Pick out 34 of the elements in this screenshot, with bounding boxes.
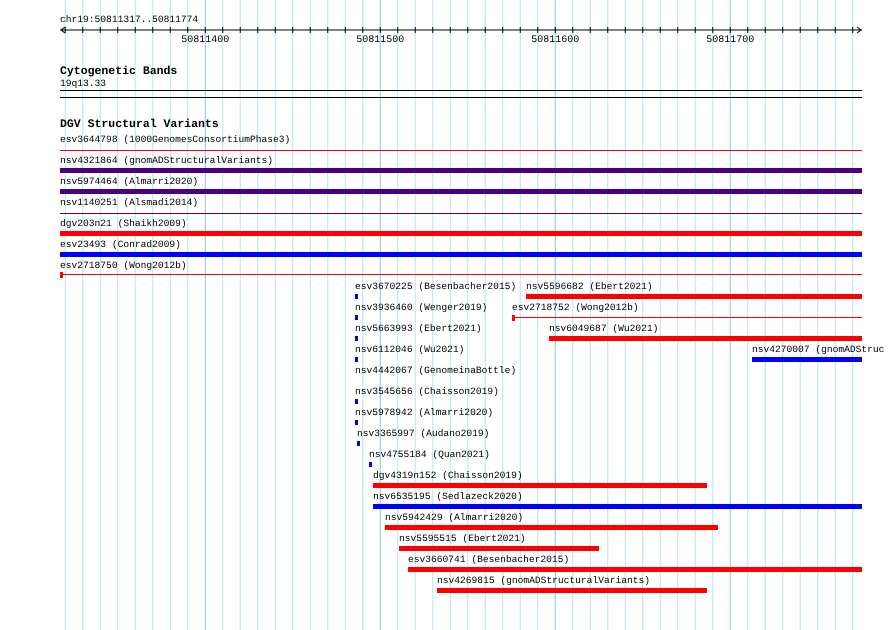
variant-label[interactable]: nsv5978942 (Almarri2020) xyxy=(355,407,494,419)
variant-label[interactable]: esv3670225 (Besenbacher2015) xyxy=(355,281,516,293)
variant-label[interactable]: nsv5942429 (Almarri2020) xyxy=(385,512,524,524)
variant-label[interactable]: nsv6112046 (Wu2021) xyxy=(355,344,464,356)
variant-label[interactable]: nsv4755184 (Quan2021) xyxy=(369,449,490,461)
variant-label[interactable]: esv3644798 (1000GenomesConsortiumPhase3) xyxy=(60,134,290,146)
variant-label[interactable]: dgv4319n152 (Chaisson2019) xyxy=(373,470,523,482)
ruler-tick-label: 50811500 xyxy=(356,35,404,47)
variant-label[interactable]: esv2718752 (Wong2012b) xyxy=(512,302,639,314)
variant-label[interactable]: nsv4270007 (gnomADStruc xyxy=(752,344,884,356)
variant-label[interactable]: nsv5663993 (Ebert2021) xyxy=(355,323,482,335)
track-title: DGV Structural Variants xyxy=(60,119,219,131)
track-title: Cytogenetic Bands xyxy=(60,66,178,78)
variant-label[interactable]: nsv5596682 (Ebert2021) xyxy=(526,281,653,293)
variant-label[interactable]: nsv4442067 (GenomeinaBottle) xyxy=(355,365,516,377)
variant-label[interactable]: nsv4321864 (gnomADStructuralVariants) xyxy=(60,155,274,167)
region-coordinates: chr19:50811317..50811774 xyxy=(60,14,198,26)
variant-label[interactable]: esv23493 (Conrad2009) xyxy=(60,239,181,251)
variant-label[interactable]: esv3660741 (Besenbacher2015) xyxy=(408,554,570,566)
variant-label[interactable]: nsv3936460 (Wenger2019) xyxy=(355,302,488,314)
variant-label[interactable]: nsv6049687 (Wu2021) xyxy=(549,323,658,335)
band-label: 19q13.33 xyxy=(60,78,106,90)
variant-label[interactable]: nsv3545656 (Chaisson2019) xyxy=(355,386,499,398)
ruler-tick-label: 50811700 xyxy=(706,35,754,47)
variant-label[interactable]: nsv1140251 (Alsmadi2014) xyxy=(60,197,198,209)
variant-label[interactable]: nsv6535195 (Sedlazeck2020) xyxy=(373,491,523,503)
ruler-tick-label: 50811400 xyxy=(181,35,230,47)
variant-label[interactable]: nsv5595515 (Ebert2021) xyxy=(399,533,526,545)
variant-label[interactable]: esv2718750 (Wong2012b) xyxy=(60,260,187,272)
variant-label[interactable]: nsv5974464 (Almarri2020) xyxy=(60,176,198,188)
variant-label[interactable]: nsv3365997 (Audano2019) xyxy=(357,428,490,440)
variant-label[interactable]: nsv4269815 (gnomADStructuralVariants) xyxy=(437,575,650,587)
variant-label[interactable]: dgv203n21 (Shaikh2009) xyxy=(60,218,187,230)
ruler-tick-label: 50811600 xyxy=(531,35,580,47)
